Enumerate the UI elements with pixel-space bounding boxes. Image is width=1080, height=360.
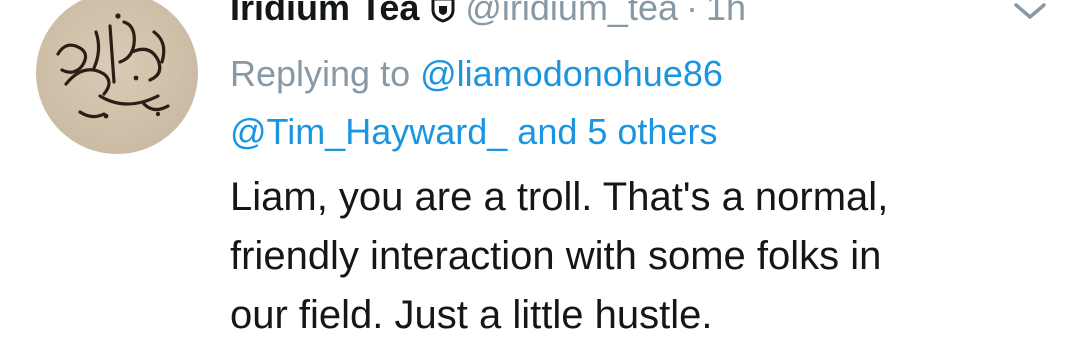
author-handle[interactable]: @iridium_tea bbox=[465, 0, 678, 30]
replying-to-others: @Tim_Hayward_ and 5 others bbox=[230, 110, 717, 154]
shield-icon bbox=[429, 0, 457, 23]
mention-link[interactable]: @liamodonohue86 bbox=[420, 53, 723, 94]
tweet-text-line: Liam, you are a troll. That's a normal, bbox=[230, 175, 889, 219]
calligraphy-icon bbox=[56, 13, 170, 119]
mention-link-2[interactable]: @Tim_Hayward_ bbox=[230, 111, 507, 152]
tweet-card: Iridium Tea @iridium_tea · 1h Replying t… bbox=[0, 0, 1080, 360]
separator-dot: · bbox=[686, 0, 698, 28]
timestamp[interactable]: 1h bbox=[706, 0, 746, 30]
chevron-down-icon[interactable] bbox=[1012, 0, 1048, 22]
replying-to-label: Replying to bbox=[230, 53, 411, 94]
replying-to: Replying to @liamodonohue86 bbox=[230, 52, 723, 96]
others-link[interactable]: and 5 others bbox=[517, 111, 717, 152]
tweet-text-line: friendly interaction with some folks in bbox=[230, 234, 882, 278]
tweet-text-line: our field. Just a little hustle. bbox=[230, 293, 713, 337]
tweet-text: Liam, you are a troll. That's a normal, … bbox=[230, 168, 1030, 345]
avatar[interactable] bbox=[36, 0, 198, 154]
author-name[interactable]: Iridium Tea bbox=[230, 0, 419, 30]
tweet-header: Iridium Tea @iridium_tea · 1h bbox=[230, 0, 746, 30]
